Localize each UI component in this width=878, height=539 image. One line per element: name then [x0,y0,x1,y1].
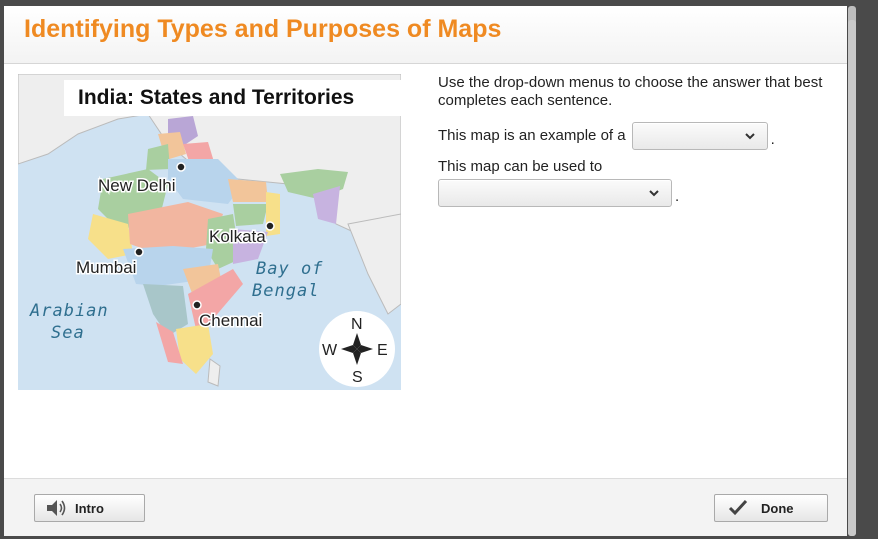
sentence2-row: . [438,179,838,207]
compass-w: W [322,342,338,359]
checkmark-icon [728,499,748,516]
state-tn [176,324,213,374]
label-arabian-sea-2: Sea [51,323,85,343]
done-label: Done [761,500,794,516]
page-title: Identifying Types and Purposes of Maps [24,15,502,43]
intro-label: Intro [75,500,104,516]
label-bay-of-bengal-2: Bengal [252,281,319,301]
label-chennai: Chennai [199,311,262,330]
header-bar: Identifying Types and Purposes of Maps [4,6,847,64]
city-dot-chennai [192,300,202,310]
label-bay-of-bengal-1: Bay of [256,259,323,279]
activity-window: Identifying Types and Purposes of Maps I… [4,6,847,536]
india-map: India: States and Territories New Delhi … [18,74,401,390]
label-kolkata: Kolkata [209,227,266,246]
city-dot-kolkata [265,221,275,231]
speaker-icon [47,500,66,516]
compass-s: S [352,369,363,386]
compass-rose-icon: N S W E [319,311,395,387]
map-type-dropdown[interactable] [631,122,768,150]
compass-n: N [351,316,363,333]
sentence1-text: This map is an example of a [438,127,626,144]
sentence2-period: . [675,188,680,205]
sentence2-text: This map can be used to [438,158,603,175]
done-button[interactable]: Done [714,494,828,522]
sentence1-row: This map is an example of a . [438,122,838,150]
scrollbar-thumb[interactable] [848,20,856,536]
neighbor-land-east [347,213,401,315]
question-panel: Use the drop-down menus to choose the an… [438,74,838,207]
intro-button[interactable]: Intro [34,494,145,522]
label-new-delhi: New Delhi [98,176,175,195]
label-mumbai: Mumbai [76,258,136,277]
map-use-dropdown[interactable] [438,179,672,207]
india-map-graphic: India: States and Territories New Delhi … [18,74,401,387]
label-arabian-sea-1: Arabian [29,301,109,321]
city-dot-new-delhi [176,162,186,172]
state-bihar [228,179,268,202]
chevron-down-icon [744,133,755,140]
state-punjab [146,144,170,170]
city-dot-mumbai [134,247,144,257]
sentence2-label-row: This map can be used to [438,158,838,176]
sri-lanka [207,358,221,387]
sentence1-period: . [770,131,775,148]
footer-bar: Intro Done [4,478,847,536]
compass-e: E [377,342,388,359]
instructions-text: Use the drop-down menus to choose the an… [438,74,823,109]
map-title: India: States and Territories [78,86,354,109]
state-jharkhand [233,204,268,226]
chevron-down-icon [649,190,659,197]
